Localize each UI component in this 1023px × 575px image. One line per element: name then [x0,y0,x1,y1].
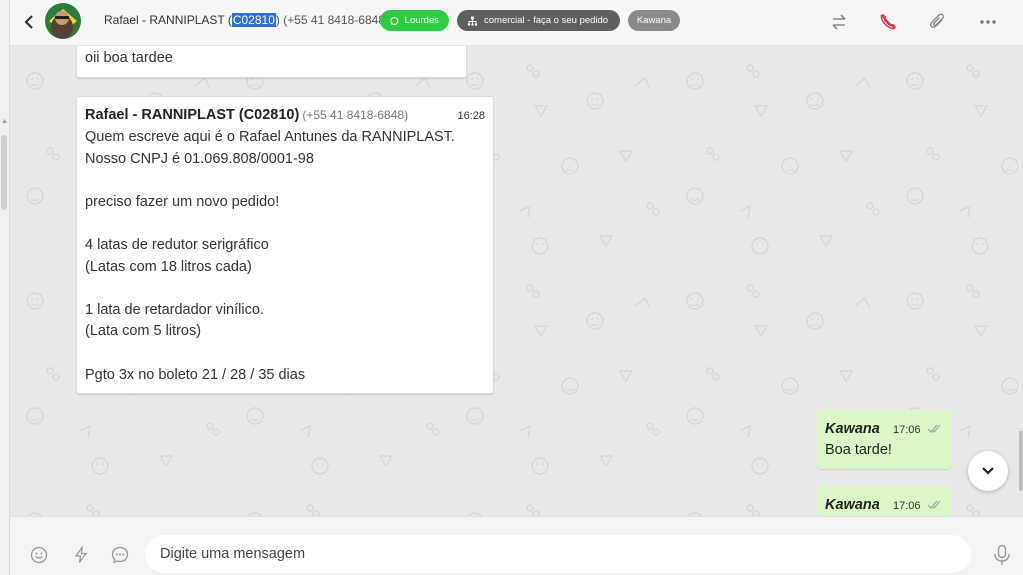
tag-label: Lourdes [404,15,439,26]
back-arrow-icon[interactable] [22,12,36,32]
chat-area[interactable]: oii boa tardee Rafael - RANNIPLAST (C028… [10,46,1023,516]
scroll-to-bottom-button[interactable] [968,451,1008,491]
message-line: Pgto 3x no boleto 21 / 28 / 35 dias [85,366,306,383]
message-time: 16:28 [457,110,485,122]
chat-scrollbar-thumb[interactable] [1019,431,1023,491]
microphone-icon[interactable] [992,544,1012,566]
incoming-message[interactable]: Rafael - RANNIPLAST (C02810) (+55 41 8418… [76,96,494,394]
contact-name: Rafael - RANNIPLAST ( [104,13,232,27]
scrollbar-thumb[interactable] [1,135,7,210]
message-body: Quem escreve aqui é o Rafael Antunes da … [85,127,490,386]
sender-name: Rafael - RANNIPLAST (C02810) [85,107,300,123]
message-line [85,213,490,235]
whatsapp-icon [390,16,399,25]
message-text: oii boa tardee [85,50,173,66]
more-icon[interactable] [978,12,998,32]
message-time: 17:06 [893,500,921,512]
chat-header: Rafael - RANNIPLAST (C02810) (+55 41 841… [10,0,1023,46]
tag-agent-lourdes[interactable]: Lourdes [380,10,449,31]
message-line: (Latas com 18 litros cada) [85,258,252,275]
message-line: 4 latas de redutor serigráfico [85,236,269,253]
emoji-icon[interactable] [30,546,48,564]
page-left-scrollbar[interactable]: ▲ [0,0,10,575]
message-line [85,278,490,300]
quick-reply-icon[interactable] [111,546,129,564]
scroll-up-arrow-icon[interactable]: ▲ [1,118,8,125]
tag-label: comercial - faça o seu pedido [484,15,609,26]
message-line [85,343,490,365]
contact-code: C02810 [231,13,276,27]
contact-title[interactable]: Rafael - RANNIPLAST (C02810) (+55 41 841… [104,13,389,27]
message-line: (Lata com 5 litros) [85,323,202,340]
message-line: 1 lata de retardador vinílico. [85,301,264,318]
lightning-icon[interactable] [72,546,90,564]
message-time: 17:06 [893,424,921,436]
double-check-icon [927,500,941,509]
message-line [85,170,490,192]
outgoing-message[interactable]: Kawana 17:06 Boa tarde! [817,410,951,469]
avatar[interactable] [45,3,81,39]
double-check-icon [927,424,941,433]
message-sender: Kawana [825,497,880,513]
end-call-icon[interactable] [878,12,898,32]
incoming-message[interactable]: oii boa tardee [76,46,467,78]
tag-label: Kawana [636,15,672,26]
message-line: preciso fazer um novo pedido! [85,193,280,210]
message-text: Boa tarde! [825,442,892,458]
outgoing-message[interactable]: Kawana 17:06 [817,486,951,516]
transfer-icon[interactable] [829,12,849,32]
message-line: Nosso CNPJ é 01.069.808/0001-98 [85,150,314,167]
sitemap-icon [467,15,478,26]
sender-phone: (+55 41 8418-6848) [302,108,409,122]
message-input[interactable] [145,535,971,573]
message-composer [10,516,1023,575]
contact-phone: ) (+55 41 8418-6848) [275,13,389,27]
message-sender: Rafael - RANNIPLAST (C02810) (+55 41 8418… [85,107,408,123]
attachment-icon[interactable] [928,12,948,32]
tag-attendant-kawana[interactable]: Kawana [628,10,680,31]
message-line: Quem escreve aqui é o Rafael Antunes da … [85,129,455,145]
chevron-down-icon [982,467,994,475]
tag-department[interactable]: comercial - faça o seu pedido [457,10,620,31]
message-sender: Kawana [825,421,880,437]
